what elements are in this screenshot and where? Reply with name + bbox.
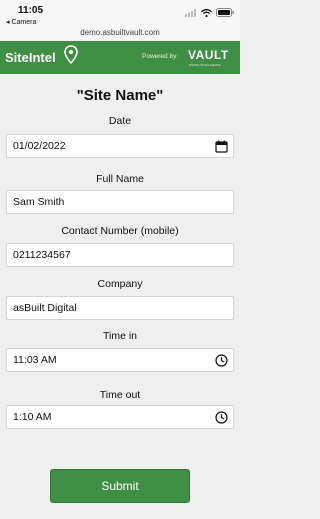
time-in-field[interactable]: 11:03 AM: [6, 348, 234, 372]
brand-name: SiteIntel: [5, 50, 56, 65]
signal-icon: [185, 8, 196, 17]
location-pin-icon: [64, 45, 78, 65]
time-out-value: 1:10 AM: [13, 411, 52, 423]
date-label: Date: [108, 115, 132, 127]
page-title: "Site Name": [76, 87, 164, 104]
time-in-value: 11:03 AM: [13, 354, 57, 366]
company-field[interactable]: asBuilt Digital: [6, 296, 234, 320]
full-name-label: Full Name: [96, 173, 144, 185]
date-field[interactable]: 01/02/2022: [6, 134, 234, 158]
wifi-icon: [201, 8, 212, 17]
clock-icon[interactable]: [215, 354, 228, 367]
contact-number-value: 0211234567: [13, 249, 71, 261]
company-value: asBuilt Digital: [13, 302, 77, 314]
time-out-field[interactable]: 1:10 AM: [6, 405, 234, 429]
clock-icon[interactable]: [215, 411, 228, 424]
battery-icon: [216, 8, 234, 17]
back-to-camera-link[interactable]: ◂ Camera: [6, 18, 36, 26]
full-name-value: Sam Smith: [13, 196, 65, 208]
contact-number-label: Contact Number (mobile): [61, 225, 179, 237]
full-name-field[interactable]: Sam Smith: [6, 190, 234, 214]
app-header: SiteIntel Powered by: VAULT DIGITAL INTE…: [0, 41, 240, 74]
time-in-label: Time in: [102, 330, 138, 342]
status-time: 11:05: [18, 5, 44, 16]
vault-logo: VAULT: [188, 48, 229, 62]
powered-by-label: Powered by:: [142, 53, 179, 60]
calendar-icon[interactable]: [215, 140, 228, 153]
vault-tagline: DIGITAL INTELLIGENCE: [189, 63, 221, 67]
time-out-label: Time out: [99, 389, 141, 401]
address-bar-url[interactable]: demo.asbuiltvault.com: [0, 28, 240, 37]
date-value: 01/02/2022: [13, 140, 66, 152]
contact-number-field[interactable]: 0211234567: [6, 243, 234, 267]
status-bar: 11:05 ◂ Camera demo.asbuiltvault.com: [0, 0, 240, 40]
company-label: Company: [97, 278, 143, 290]
submit-button[interactable]: Submit: [50, 469, 190, 503]
system-icons: [185, 8, 234, 17]
